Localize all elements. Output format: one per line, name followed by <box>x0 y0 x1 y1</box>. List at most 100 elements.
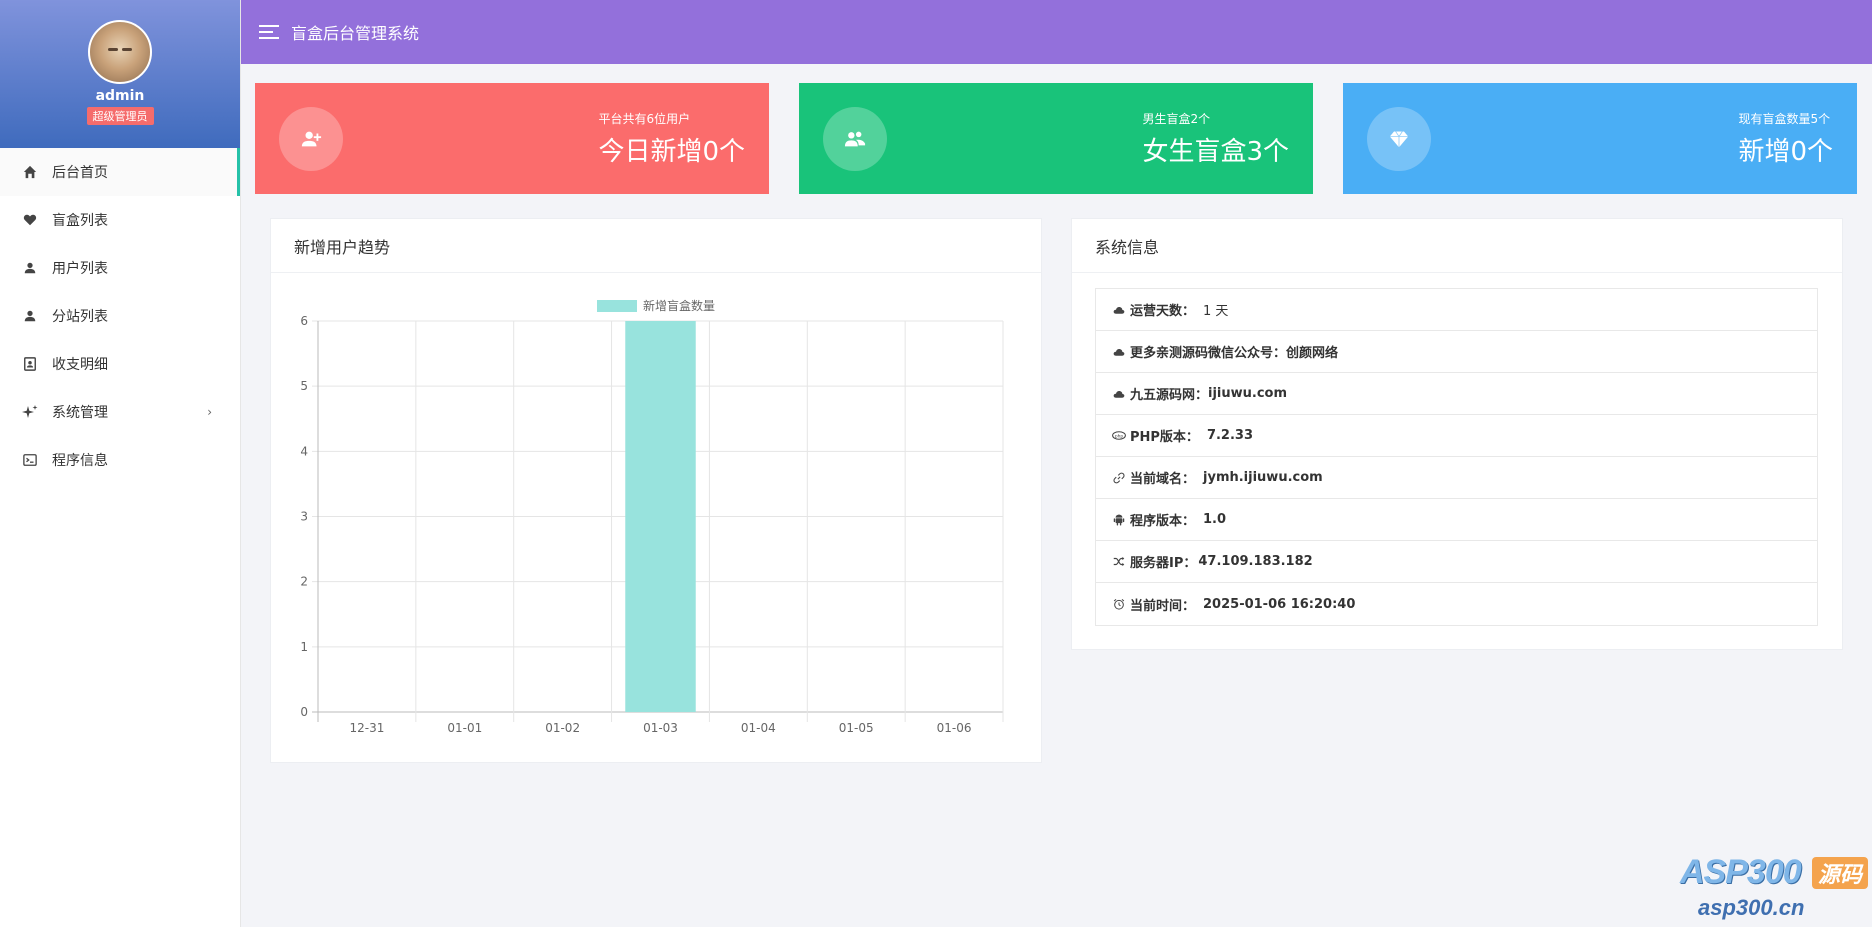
sidebar-menu: 后台首页 盲盒列表 用户列表 分站列表 收支明细 系统管理 › 程序信息 <box>0 148 240 484</box>
cloud-icon <box>1112 303 1126 317</box>
info-row-domain: 当前域名： jymh.ijiuwu.com <box>1096 457 1817 499</box>
stat-text: 男生盲盒2个 女生盲盒3个 <box>1142 110 1289 168</box>
sidebar-item-label: 后台首页 <box>52 165 108 181</box>
home-icon <box>22 164 38 180</box>
stat-text: 现有盲盒数量5个 新增0个 <box>1738 110 1833 168</box>
user-icon <box>22 260 38 276</box>
info-label: 当前时间： <box>1130 598 1196 614</box>
x-tick-label: 01-05 <box>839 721 874 735</box>
sidebar-item-blindbox-list[interactable]: 盲盒列表 <box>0 196 240 244</box>
cloud-icon <box>1112 345 1126 359</box>
username: admin <box>95 88 145 104</box>
info-row-wechat: 更多亲测源码微信公众号： 创颜网络 <box>1096 331 1817 373</box>
asp300-watermark-logo: ASP300 源码 asp300.cn <box>1672 847 1872 927</box>
info-value: 7.2.33 <box>1206 428 1253 443</box>
profile-card: admin 超级管理员 <box>0 0 240 148</box>
stat-card-blindbox-gender: 男生盲盒2个 女生盲盒3个 <box>799 83 1313 194</box>
y-tick-label: 6 <box>300 314 308 328</box>
chevron-right-icon: › <box>207 405 212 419</box>
menu-toggle-icon[interactable] <box>259 25 279 39</box>
app-title: 盲盒后台管理系统 <box>291 24 420 43</box>
info-row-source-site: 九五源码网： ijiuwu.com <box>1096 373 1817 415</box>
php-icon: php <box>1112 429 1126 443</box>
chart-bar <box>625 321 696 712</box>
user-icon <box>22 308 38 324</box>
sidebar-item-user-list[interactable]: 用户列表 <box>0 244 240 292</box>
watermark-url: asp300.cn <box>1698 895 1805 920</box>
stat-value: 新增0个 <box>1738 136 1833 167</box>
info-value: 47.109.183.182 <box>1198 554 1313 569</box>
diamond-icon <box>1367 106 1431 171</box>
info-label: 更多亲测源码微信公众号： <box>1130 346 1287 361</box>
stat-subtitle: 平台共有6位用户 <box>598 111 691 126</box>
x-tick-label: 01-06 <box>937 721 972 735</box>
system-info-table: 运营天数： 1 天 更多亲测源码微信公众号： 创颜网络 九五源码网： ijiuw… <box>1095 288 1818 626</box>
info-value: 2025-01-06 16:20:40 <box>1203 596 1356 612</box>
info-label: 当前域名： <box>1130 472 1196 487</box>
x-tick-label: 01-03 <box>643 721 678 735</box>
system-info-panel: 系统信息 运营天数： 1 天 更多亲测源码微信公众号： 创颜网络 九五源码网： … <box>1071 218 1843 650</box>
info-value: 1.0 <box>1203 512 1227 527</box>
info-label: 服务器IP： <box>1130 556 1197 571</box>
info-row-current-time: 当前时间： 2025-01-06 16:20:40 <box>1096 583 1817 625</box>
sidebar-item-label: 分站列表 <box>52 309 108 325</box>
trend-panel: 新增用户趋势 新增盲盒数量 0 1 2 3 4 5 6 12-31 01-01 01-02 01-0… <box>270 218 1042 763</box>
shuffle-icon <box>1112 555 1126 569</box>
sidebar-item-program-info[interactable]: 程序信息 <box>0 436 240 484</box>
y-tick-label: 0 <box>300 705 308 719</box>
link-icon <box>1112 471 1126 485</box>
sidebar-item-label: 程序信息 <box>52 453 108 469</box>
y-tick-label: 2 <box>300 575 308 589</box>
info-value: 1 天 <box>1203 304 1229 319</box>
cloud-icon <box>1112 387 1126 401</box>
role-badge: 超级管理员 <box>86 107 154 125</box>
info-row-program-version: 程序版本： 1.0 <box>1096 499 1817 541</box>
sidebar-item-label: 系统管理 <box>52 405 108 421</box>
users-icon <box>823 106 887 171</box>
user-plus-icon <box>279 106 343 171</box>
info-label: PHP版本： <box>1130 430 1199 445</box>
sidebar-item-label: 盲盒列表 <box>52 213 108 229</box>
y-tick-label: 5 <box>300 379 308 393</box>
sidebar-item-dashboard[interactable]: 后台首页 <box>0 148 240 196</box>
info-value: 创颜网络 <box>1286 346 1339 361</box>
y-tick-label: 3 <box>300 510 308 524</box>
stat-card-users: 平台共有6位用户 今日新增0个 <box>255 83 769 194</box>
android-icon <box>1112 513 1126 527</box>
watermark-badge: 源码 <box>1811 857 1868 889</box>
stat-subtitle: 男生盲盒2个 <box>1142 111 1211 126</box>
sidebar-item-system-management[interactable]: 系统管理 › <box>0 388 240 436</box>
y-tick-label: 4 <box>300 444 308 458</box>
alarm-clock-icon <box>1112 597 1126 611</box>
info-row-operation-days: 运营天数： 1 天 <box>1096 289 1817 331</box>
x-tick-label: 12-31 <box>349 721 384 735</box>
info-label: 九五源码网： <box>1130 388 1209 403</box>
sidebar-item-label: 收支明细 <box>52 357 108 373</box>
sidebar-item-label: 用户列表 <box>52 261 108 277</box>
x-tick-label: 01-01 <box>447 721 482 735</box>
top-bar: 盲盒后台管理系统 <box>241 0 1872 64</box>
info-row-php-version: php PHP版本： 7.2.33 <box>1096 415 1817 457</box>
terminal-icon <box>22 452 38 468</box>
y-tick-label: 1 <box>300 640 308 654</box>
svg-text:php: php <box>1115 433 1124 439</box>
stat-card-blindbox-total: 现有盲盒数量5个 新增0个 <box>1343 83 1857 194</box>
stat-value: 女生盲盒3个 <box>1142 136 1289 167</box>
stat-value: 今日新增0个 <box>598 136 745 167</box>
info-value: jymh.ijiuwu.com <box>1203 470 1323 485</box>
x-tick-label: 01-04 <box>741 721 776 735</box>
info-label: 运营天数： <box>1130 304 1196 319</box>
sparkle-icon <box>22 404 38 420</box>
avatar[interactable] <box>88 20 152 84</box>
stat-subtitle: 现有盲盒数量5个 <box>1738 111 1831 126</box>
system-info-title: 系统信息 <box>1072 219 1842 273</box>
contacts-icon <box>22 356 38 372</box>
watermark-brand: ASP300 <box>1680 853 1802 891</box>
heart-icon <box>22 212 38 228</box>
info-row-server-ip: 服务器IP： 47.109.183.182 <box>1096 541 1817 583</box>
sidebar-item-finance[interactable]: 收支明细 <box>0 340 240 388</box>
stat-text: 平台共有6位用户 今日新增0个 <box>598 110 745 168</box>
bar-chart: 0 1 2 3 4 5 6 12-31 01-01 01-02 01-03 01-04 01-05 01-… <box>300 314 1004 735</box>
sidebar-item-substation-list[interactable]: 分站列表 <box>0 292 240 340</box>
info-value: ijiuwu.com <box>1208 386 1288 401</box>
